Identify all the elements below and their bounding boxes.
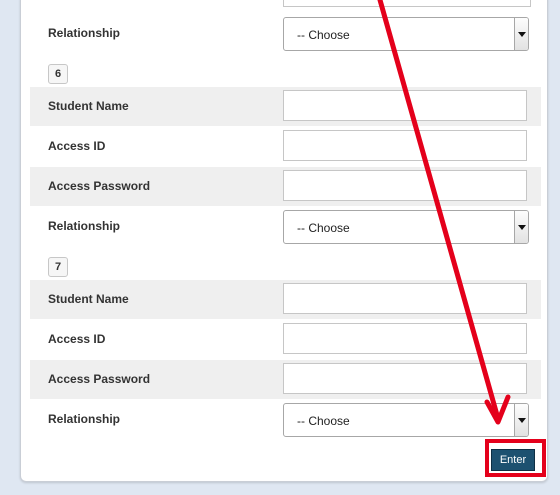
- access-id-label: Access ID: [48, 139, 106, 153]
- student-name-input[interactable]: [283, 90, 527, 121]
- dropdown-arrow-icon[interactable]: [514, 18, 528, 50]
- relationship-select-value: -- Choose: [297, 28, 350, 42]
- form-row-relationship: Relationship -- Choose: [30, 400, 541, 439]
- access-password-input[interactable]: [283, 170, 527, 201]
- dropdown-arrow-icon[interactable]: [514, 404, 528, 436]
- previous-text-input[interactable]: [283, 0, 531, 7]
- student-name-label: Student Name: [48, 99, 129, 113]
- relationship-select-value: -- Choose: [297, 221, 350, 235]
- student-name-label: Student Name: [48, 292, 129, 306]
- enter-button[interactable]: Enter: [491, 449, 535, 471]
- form-row-relationship: Relationship -- Choose: [30, 14, 541, 53]
- form-row-access-id: Access ID: [30, 127, 541, 166]
- access-password-label: Access Password: [48, 179, 151, 193]
- relationship-label: Relationship: [48, 219, 121, 233]
- student-name-input[interactable]: [283, 283, 527, 314]
- access-id-input[interactable]: [283, 130, 527, 161]
- form-row-relationship: Relationship -- Choose: [30, 207, 541, 246]
- relationship-select[interactable]: -- Choose: [283, 17, 529, 51]
- relationship-select-value: -- Choose: [297, 414, 350, 428]
- form-row-access-password: Access Password: [30, 360, 541, 399]
- student-number-badge: 6: [48, 64, 68, 84]
- form-row-access-password: Access Password: [30, 167, 541, 206]
- access-password-input[interactable]: [283, 363, 527, 394]
- access-id-input[interactable]: [283, 323, 527, 354]
- relationship-select[interactable]: -- Choose: [283, 403, 529, 437]
- access-id-label: Access ID: [48, 332, 106, 346]
- form-row-student-name: Student Name: [30, 280, 541, 319]
- form-row-student-name: Student Name: [30, 87, 541, 126]
- relationship-label: Relationship: [48, 26, 121, 40]
- student-number-badge: 7: [48, 257, 68, 277]
- access-password-label: Access Password: [48, 372, 151, 386]
- dropdown-arrow-icon[interactable]: [514, 211, 528, 243]
- form-row-access-id: Access ID: [30, 320, 541, 359]
- relationship-label: Relationship: [48, 412, 121, 426]
- relationship-select[interactable]: -- Choose: [283, 210, 529, 244]
